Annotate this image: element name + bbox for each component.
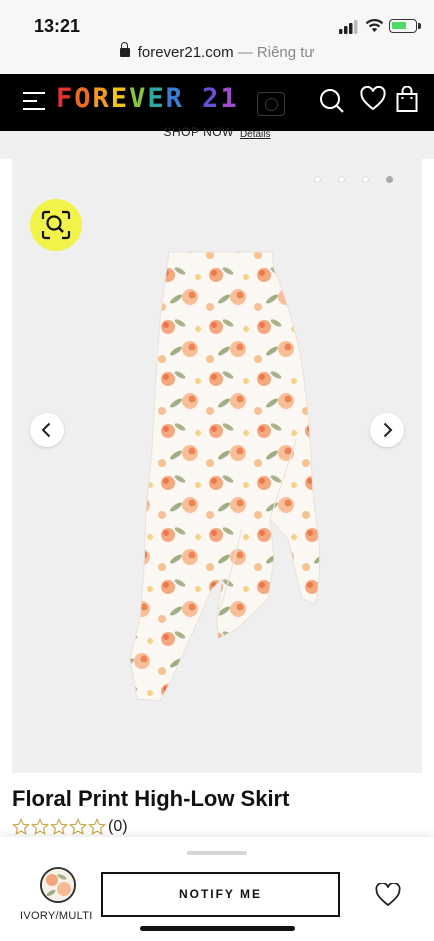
bottom-action-bar: IVORY/MULTI NOTIFY ME — [0, 837, 434, 941]
url-private-label: — Riêng tư — [233, 44, 315, 61]
star-icon — [12, 818, 30, 835]
battery-icon — [389, 19, 421, 33]
promo-banner: SHOP NOW Details — [0, 125, 434, 159]
logo-letter: R — [92, 83, 111, 114]
product-title: Floral Print High-Low Skirt — [12, 786, 290, 811]
wifi-icon — [365, 19, 384, 32]
logo-letter: V — [129, 83, 148, 114]
drawer-handle[interactable] — [187, 851, 247, 855]
star-icon — [50, 818, 68, 835]
status-bar: 13:21 — [0, 0, 434, 44]
logo-letter: E — [110, 83, 130, 114]
signal-icon — [339, 20, 358, 34]
url-domain: forever21.com — [137, 44, 234, 61]
logo-letter: 1 — [220, 83, 239, 114]
star-icon — [69, 818, 87, 835]
camera-icon — [257, 92, 285, 116]
logo-letter: F — [56, 83, 75, 114]
logo-letter — [184, 83, 202, 114]
wishlist-heart-icon[interactable] — [375, 883, 401, 907]
visual-search-button[interactable] — [30, 199, 82, 251]
logo-letter: O — [74, 83, 93, 114]
previous-image-button[interactable] — [30, 413, 64, 447]
color-label: IVORY/MULTI — [20, 910, 93, 922]
site-header: FOREVER 21 — [0, 74, 434, 131]
product-image — [129, 251, 321, 702]
menu-icon[interactable] — [23, 92, 45, 112]
logo-letter: E — [147, 83, 166, 114]
heart-icon[interactable] — [360, 86, 386, 112]
forever21-logo[interactable]: FOREVER 21 — [56, 83, 239, 114]
color-swatch[interactable] — [40, 867, 76, 903]
promo-shop-now[interactable]: SHOP NOW — [163, 125, 233, 139]
home-indicator — [140, 926, 295, 931]
visual-search-icon — [41, 210, 71, 240]
logo-letter: R — [165, 83, 184, 114]
chevron-left-icon — [41, 422, 51, 438]
next-image-button[interactable] — [370, 413, 404, 447]
lock-icon — [119, 42, 130, 57]
status-time: 13:21 — [34, 16, 81, 36]
product-image-gallery[interactable] — [12, 159, 422, 773]
search-icon[interactable] — [319, 86, 345, 116]
promo-details-link[interactable]: Details — [240, 129, 271, 140]
chevron-right-icon — [383, 422, 393, 438]
star-icon — [31, 818, 49, 835]
swatch-floral-icon — [42, 869, 74, 901]
review-count[interactable]: (0) — [108, 818, 128, 836]
shopping-bag-icon[interactable] — [396, 86, 418, 114]
star-icon — [88, 818, 106, 835]
notify-me-button[interactable]: NOTIFY ME — [101, 872, 340, 917]
address-bar[interactable]: forever21.com — Riêng tư — [0, 42, 434, 74]
logo-letter: 2 — [202, 83, 221, 114]
